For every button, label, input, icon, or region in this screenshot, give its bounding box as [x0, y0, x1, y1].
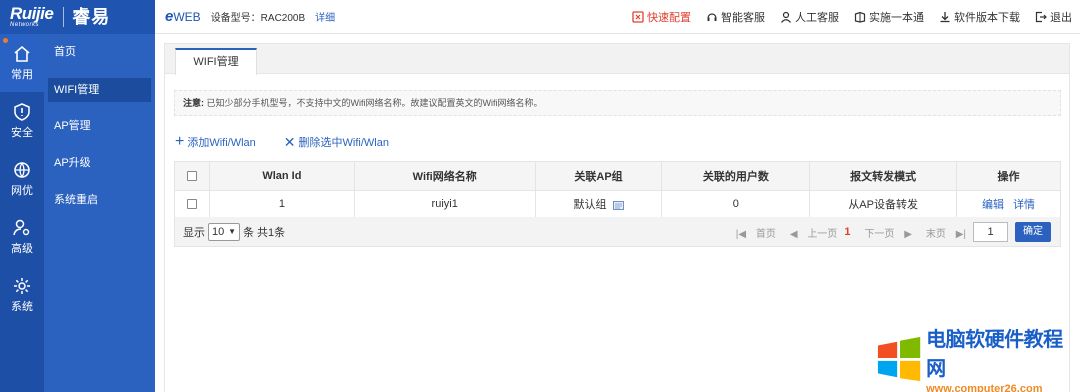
rail-item-optimize[interactable]: 网优: [0, 150, 44, 208]
last-page-button[interactable]: 末页 ▶|: [919, 225, 966, 240]
logo-main: Ruijie: [10, 3, 54, 23]
logout-icon: [1035, 11, 1047, 23]
tab-bar: WIFI管理: [165, 44, 1069, 75]
submenu-item-home[interactable]: 首页: [44, 34, 155, 71]
confirm-page-button[interactable]: 确定: [1015, 222, 1051, 242]
cell-forward-mode: 从AP设备转发: [809, 190, 958, 218]
row-select-cell: [174, 190, 210, 218]
header-forward-mode: 报文转发模式: [809, 161, 958, 191]
device-model: 设备型号：RAC200B: [210, 13, 306, 24]
top-bar: eWEB 设备型号：RAC200B 详细 快速配置 智能客服 人工客服 实施一本…: [155, 0, 1080, 34]
notice-text: 已知少部分手机型号，不支持中文的Wifi网络名称。故建议配置英文的Wifi网络名…: [206, 98, 543, 108]
wlan-table: Wlan Id Wifi网络名称 关联AP组 关联的用户数 报文转发模式 操作 …: [174, 161, 1061, 218]
header-ap-group: 关联AP组: [534, 161, 663, 191]
implementation-guide-link[interactable]: 实施一本通: [854, 9, 924, 25]
prev-page-icon: ◀: [789, 228, 798, 240]
brand-logo: Ruijie Networks 睿易: [0, 0, 155, 34]
person-icon: [781, 11, 791, 23]
first-page-icon: |◀: [735, 228, 747, 240]
list-detail-icon[interactable]: [612, 200, 624, 210]
download-icon: [940, 12, 950, 23]
tab-wifi-management[interactable]: WIFI管理: [175, 48, 257, 75]
current-page: 1: [844, 226, 851, 238]
edit-link[interactable]: 编辑: [982, 199, 1004, 211]
pager-controls: |◀ 首页 ◀ 上一页 1 下一页 ▶ 末页 ▶| 1 确定: [722, 217, 1051, 247]
next-page-icon: ▶: [904, 228, 912, 240]
quick-config-icon: [632, 11, 644, 23]
cell-user-count: 0: [661, 190, 811, 218]
rail-item-system[interactable]: 系统: [0, 266, 44, 324]
cell-wifi-name: ruiyi1: [353, 190, 536, 218]
rail-item-advanced[interactable]: 高级: [0, 208, 44, 266]
watermark-title: 电脑软硬件教程网: [926, 329, 1063, 380]
eweb-logo: eWEB: [165, 8, 201, 25]
submenu-item-ap-management[interactable]: AP管理: [44, 108, 155, 145]
headset-icon: [707, 13, 717, 21]
submenu-item-ap-upgrade[interactable]: AP升级: [44, 145, 155, 182]
table-row: 1 ruiyi1 默认组 0 从AP设备转发 编辑 详情: [174, 190, 1061, 218]
select-all-checkbox[interactable]: [186, 171, 197, 182]
select-all-cell: [174, 161, 210, 191]
next-page-button[interactable]: 下一页 ▶: [857, 225, 911, 240]
logo-cn: 睿易: [63, 7, 110, 27]
cell-operations: 编辑 详情: [956, 190, 1061, 218]
header-user-count: 关联的用户数: [661, 161, 811, 191]
page-size-select[interactable]: 10 ▼: [208, 222, 240, 241]
chevron-down-icon: ▼: [228, 227, 236, 236]
show-label: 显示: [183, 226, 205, 239]
user-gear-icon: [13, 219, 30, 236]
detail-link[interactable]: 详情: [1013, 199, 1035, 211]
book-icon: [854, 11, 866, 23]
windows-logo-icon: [877, 336, 921, 382]
ap-group-name: 默认组: [573, 199, 607, 211]
page-number-input[interactable]: 1: [973, 222, 1008, 242]
notice-box: 注意: 已知少部分手机型号，不支持中文的Wifi网络名称。故建议配置英文的Wif…: [174, 90, 1061, 116]
shield-icon: [14, 103, 30, 121]
header-wlan-id: Wlan Id: [208, 161, 355, 191]
header-operations: 操作: [956, 161, 1061, 191]
cell-ap-group: 默认组: [534, 190, 663, 218]
delete-selected-wifi-button[interactable]: ✕ 删除选中Wifi/Wlan: [284, 134, 389, 150]
software-download-link[interactable]: 软件版本下载: [939, 9, 1020, 25]
first-page-button[interactable]: |◀ 首页: [729, 225, 776, 240]
add-wifi-button[interactable]: + 添加Wifi/Wlan: [175, 134, 256, 150]
pagination-bar: 显示 10 ▼ 条 共1条 |◀ 首页 ◀ 上一页 1 下一页 ▶ 末页 ▶| …: [174, 217, 1061, 247]
network-icon: [14, 162, 30, 178]
rail-item-security[interactable]: 安全: [0, 92, 44, 150]
last-page-icon: ▶|: [955, 228, 966, 240]
logout-link[interactable]: 退出: [1035, 9, 1072, 25]
table-header-row: Wlan Id Wifi网络名称 关联AP组 关联的用户数 报文转发模式 操作: [174, 161, 1061, 191]
row-checkbox[interactable]: [186, 199, 197, 210]
cell-wlan-id: 1: [208, 190, 355, 218]
notification-dot: [3, 38, 8, 43]
close-icon: ✕: [283, 134, 296, 150]
header-wifi-name: Wifi网络名称: [353, 161, 536, 191]
icon-rail: 常用 安全 网优 高级 系统: [0, 34, 44, 392]
home-icon: [14, 45, 30, 62]
device-detail-link[interactable]: 详细: [315, 9, 335, 24]
plus-icon: +: [175, 133, 185, 150]
rail-item-common[interactable]: 常用: [0, 34, 44, 92]
human-service-link[interactable]: 人工客服: [780, 9, 839, 25]
record-summary: 条 共1条: [243, 226, 286, 239]
action-bar: + 添加Wifi/Wlan ✕ 删除选中Wifi/Wlan: [175, 134, 417, 150]
watermark: 电脑软硬件教程网 www.computer26.com: [876, 329, 1076, 392]
notice-label: 注意:: [183, 98, 204, 108]
quick-config-link[interactable]: 快速配置: [632, 9, 691, 25]
prev-page-button[interactable]: ◀ 上一页: [783, 225, 837, 240]
submenu-item-wifi-management[interactable]: WIFI管理: [48, 78, 151, 102]
smart-service-link[interactable]: 智能客服: [706, 9, 765, 25]
submenu-item-system-restart[interactable]: 系统重启: [44, 182, 155, 219]
gear-icon: [14, 278, 30, 294]
watermark-url: www.computer26.com: [926, 383, 1043, 392]
sub-menu: 首页 WIFI管理 AP管理 AP升级 系统重启: [44, 34, 155, 392]
